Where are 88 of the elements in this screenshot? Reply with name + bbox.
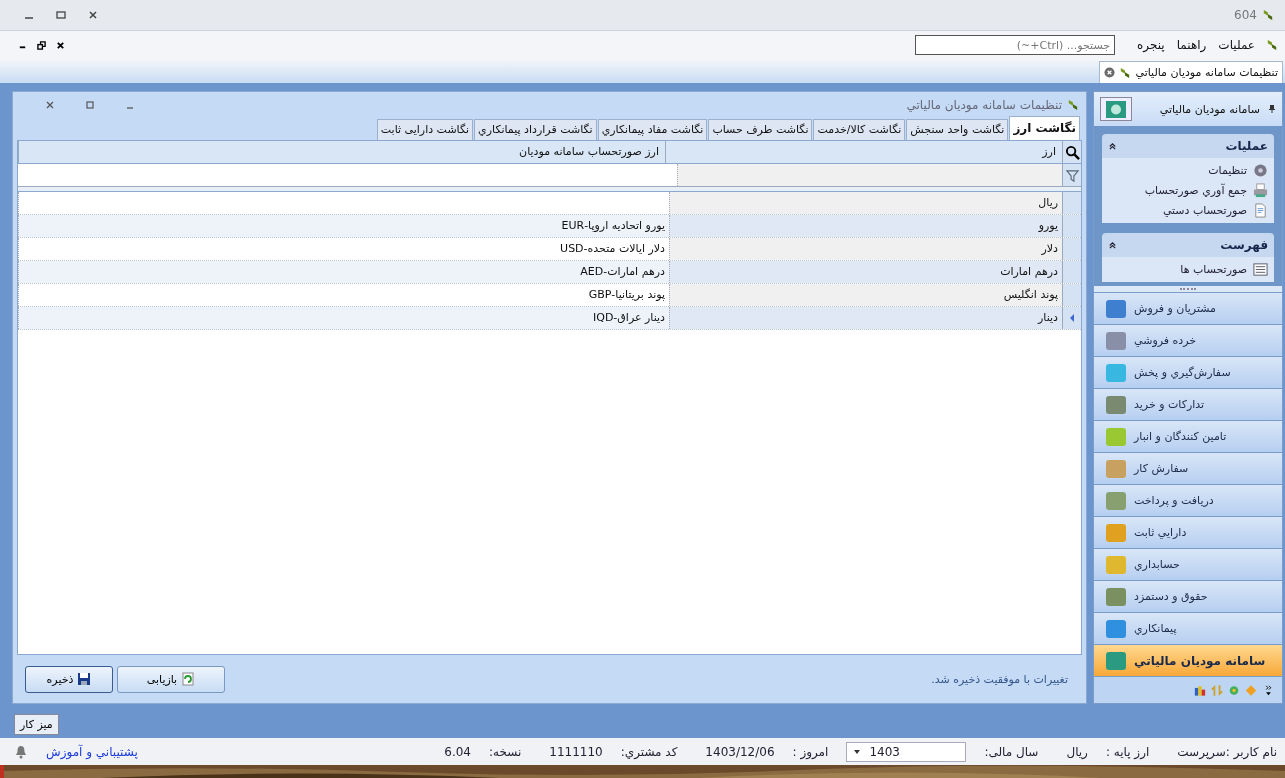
base-currency-label: ارز پایه : xyxy=(1105,744,1150,759)
version-label: نسخه: xyxy=(489,744,522,759)
module-button[interactable]: پیمانکاري xyxy=(1094,613,1282,645)
group-header[interactable]: عملیات xyxy=(1102,134,1274,158)
tab[interactable]: نگاشت کالا/خدمت xyxy=(813,119,906,140)
floppy-icon xyxy=(77,672,92,686)
tab[interactable]: نگاشت قرارداد پیمانکاري xyxy=(474,119,597,140)
fiscal-year-dropdown[interactable]: 1403 xyxy=(846,741,967,762)
group-header[interactable]: فهرست xyxy=(1102,233,1274,257)
tab[interactable]: نگاشت مفاد پیمانکاري xyxy=(597,119,708,140)
menu-item[interactable]: پنجره xyxy=(1137,38,1165,52)
task-link[interactable]: تنظیمات xyxy=(1108,160,1268,180)
tab[interactable]: نگاشت دارایی ثابت xyxy=(376,119,474,140)
fiscal-year-label: سال مالی: xyxy=(984,744,1039,759)
restore-icon[interactable] xyxy=(37,40,46,50)
gear-icon xyxy=(1253,162,1268,178)
tab[interactable]: نگاشت ارز xyxy=(1009,116,1080,140)
table-cell: درهم امارات xyxy=(669,261,1062,283)
maximize-icon[interactable] xyxy=(56,10,66,20)
row-indicator[interactable] xyxy=(1062,307,1081,329)
module-button[interactable]: سفارش کار xyxy=(1094,453,1282,485)
table-cell: یورو xyxy=(669,215,1062,237)
logo-icon xyxy=(1267,38,1277,52)
close-icon[interactable] xyxy=(56,40,65,50)
column-header[interactable]: ارز صورتحساب سامانه مودیان xyxy=(18,141,665,163)
user-label: نام کاربر :سرپرست xyxy=(1177,744,1277,759)
menu-item[interactable]: راهنما xyxy=(1176,38,1207,52)
tile-icon[interactable] xyxy=(1245,683,1257,697)
module-button[interactable]: سامانه مودیان مالیاتي xyxy=(1094,645,1282,677)
search-field[interactable]: جستجو... (Ctrl+~) xyxy=(915,35,1116,55)
base-currency-value: ریال xyxy=(1066,744,1088,759)
sidebar-title: سامانه مودیان مالیاتي xyxy=(1158,102,1260,116)
menu-item[interactable]: عملیات xyxy=(1218,38,1255,52)
column-header[interactable]: ارز xyxy=(665,141,1062,163)
table-cell: پوند انگلیس xyxy=(669,284,1062,306)
document-icon xyxy=(1253,202,1268,218)
restore-button[interactable]: بازیابی xyxy=(117,665,225,693)
emblem-icon xyxy=(1100,96,1132,122)
module-button[interactable]: خرده فروشي xyxy=(1094,325,1282,357)
today-value: 1403/12/06 xyxy=(705,744,775,759)
window-title: 604 xyxy=(1234,8,1257,22)
collapse-icon[interactable] xyxy=(1108,141,1117,151)
tab[interactable]: نگاشت طرف حساب xyxy=(708,119,813,140)
refresh-icon xyxy=(181,672,196,686)
module-button[interactable]: دریافت و پرداخت xyxy=(1094,485,1282,517)
status-message: تغییرات با موفقیت ذخیره شد. xyxy=(931,672,1068,686)
table-cell: دلار xyxy=(669,238,1062,260)
module-button[interactable]: سفارش‌گیري و پخش xyxy=(1094,357,1282,389)
pin-icon[interactable] xyxy=(1268,104,1276,114)
task-link[interactable]: جمع آوري صورتحساب xyxy=(1108,180,1268,200)
module-button[interactable]: تامین کنندگان و انبار xyxy=(1094,421,1282,453)
table-cell: دینار xyxy=(669,307,1062,329)
printer-icon xyxy=(1253,182,1268,198)
document-tab[interactable]: تنظیمات سامانه مودیان مالیاتي xyxy=(1099,61,1283,83)
customer-code-value: 1111110 xyxy=(549,744,603,759)
task-link[interactable]: صورتحساب دستي xyxy=(1108,200,1268,220)
table-cell: یورو اتحادیه اروپا-EUR xyxy=(18,215,669,237)
today-label: امروز : xyxy=(792,744,829,759)
current-row-icon xyxy=(1069,313,1075,323)
chart-icon[interactable] xyxy=(1194,683,1206,697)
close-icon[interactable] xyxy=(88,10,98,20)
table-cell: دینار عراق-IQD xyxy=(18,307,669,329)
filter-icon[interactable] xyxy=(1064,167,1080,183)
module-button[interactable]: تدارکات و خرید xyxy=(1094,389,1282,421)
list-icon xyxy=(1253,261,1268,277)
module-button[interactable]: حسابداري xyxy=(1094,549,1282,581)
save-button[interactable]: ذخیره xyxy=(25,665,113,693)
dropdown-arrow-icon xyxy=(853,748,862,755)
collapse-icon[interactable] xyxy=(1108,240,1117,250)
table-cell: درهم امارات-AED xyxy=(18,261,669,283)
logo-icon xyxy=(1068,97,1078,112)
form-title: تنظیمات سامانه مودیان مالیاتي xyxy=(906,97,1062,112)
logo-icon xyxy=(1120,65,1131,80)
tile-icon[interactable] xyxy=(1228,683,1240,697)
filter-field[interactable] xyxy=(677,164,1062,186)
support-link[interactable]: پشتيباني و آموزش xyxy=(46,744,138,759)
module-button[interactable]: دارایي ثابت xyxy=(1094,517,1282,549)
bell-icon[interactable] xyxy=(14,744,28,759)
table-cell: ریال xyxy=(669,192,1062,214)
tab[interactable]: نگاشت واحد سنجش xyxy=(906,119,1009,140)
version-value: 6.04 xyxy=(444,744,471,759)
taskbar-button[interactable]: میز کار xyxy=(14,713,59,735)
module-button[interactable]: حقوق و دستمزد xyxy=(1094,581,1282,613)
logo-icon xyxy=(1263,8,1273,22)
maximize-icon[interactable] xyxy=(85,99,95,110)
search-icon[interactable] xyxy=(1064,144,1080,160)
customer-code-label: کد مشتري: xyxy=(620,744,678,759)
module-button[interactable]: مشتریان و فروش xyxy=(1094,293,1282,325)
